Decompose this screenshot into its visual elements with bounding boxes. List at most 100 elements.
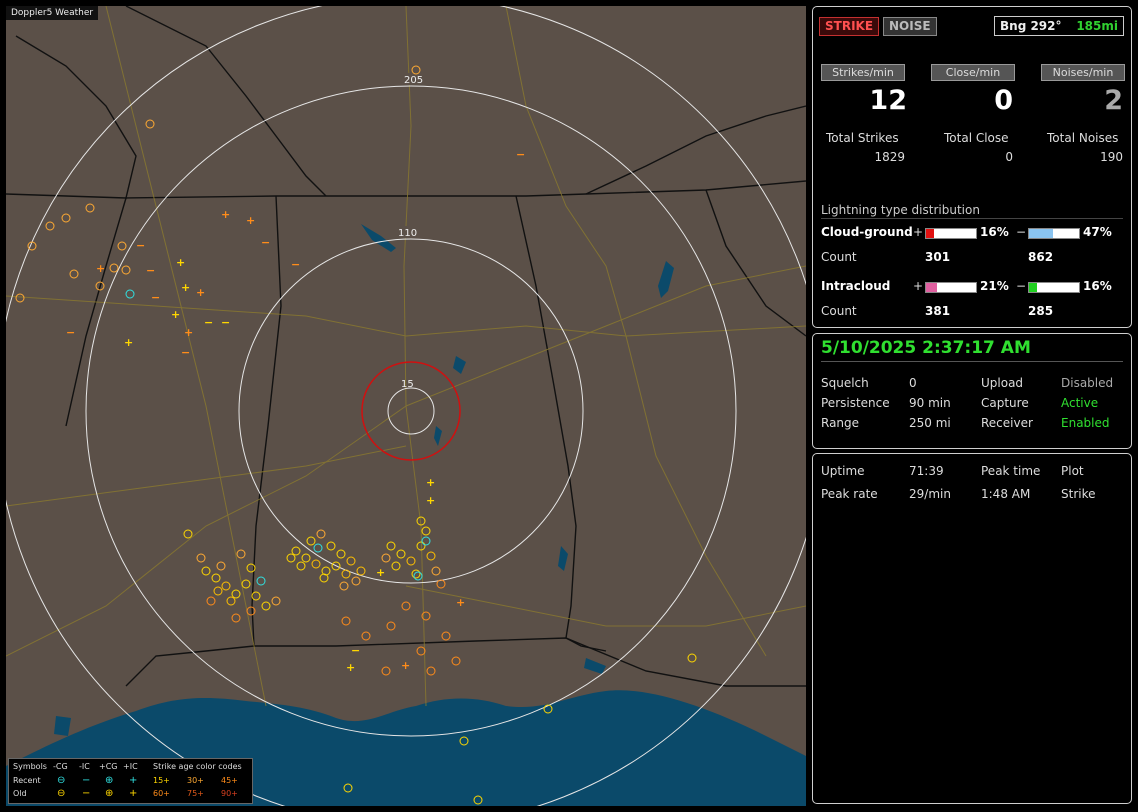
close-per-min-label: Close/min [931, 64, 1015, 81]
svg-text:−: − [66, 326, 75, 339]
ic-minus-sign: − [1016, 279, 1027, 293]
strike-status-panel: STRIKE NOISE Bng 292° 185mi Strikes/min … [812, 6, 1132, 328]
strikes-per-min-value: 12 [869, 85, 907, 116]
svg-text:+: + [184, 326, 193, 339]
svg-text:−: − [351, 644, 360, 657]
svg-text:+: + [401, 659, 410, 672]
svg-text:−: − [221, 316, 230, 329]
svg-text:+: + [124, 336, 133, 349]
distance-value: 185mi [1076, 19, 1118, 33]
svg-text:+: + [176, 256, 185, 269]
legend-col-neg-ic: -IC [79, 762, 90, 771]
legend-col-pos-cg: +CG [99, 762, 118, 771]
squelch-label: Squelch [821, 376, 869, 390]
intracloud-label: Intracloud [821, 279, 891, 293]
legend-age-75: 75+ [187, 789, 204, 798]
ic-negative-pct: 16% [1083, 279, 1112, 293]
svg-text:+: + [181, 281, 190, 294]
peak-rate-value: 29/min [909, 487, 951, 501]
uptime-value: 71:39 [909, 464, 944, 478]
cg-count-label: Count [821, 250, 857, 264]
legend-recent-label: Recent [13, 776, 41, 785]
datetime-divider [821, 361, 1123, 362]
ic-count-label: Count [821, 304, 857, 318]
receiver-label: Receiver [981, 416, 1033, 430]
map-canvas: 205 110 15 ++− ++− −++ ++ + +− −+− −−+ −… [6, 6, 806, 806]
cg-negative-count: 862 [1028, 250, 1054, 264]
cg-negative-pct: 47% [1083, 225, 1112, 239]
capture-value: Active [1061, 396, 1099, 410]
legend-symbols-title: Symbols [13, 762, 47, 771]
svg-text:+: + [376, 566, 385, 579]
persistence-label: Persistence [821, 396, 890, 410]
svg-text:−: − [261, 236, 270, 249]
svg-text:−: − [181, 346, 190, 359]
range-label-inner: 15 [401, 379, 414, 390]
legend-old-label: Old [13, 789, 27, 798]
ic-negative-bar [1028, 282, 1080, 293]
peak-time-value: 1:48 AM [981, 487, 1031, 501]
total-noises-label: Total Noises [1047, 131, 1119, 145]
noise-button[interactable]: NOISE [883, 17, 937, 36]
cg-negative-bar [1028, 228, 1080, 239]
lightning-map[interactable]: 205 110 15 + + − + + − − + + + + + + − −… [6, 6, 806, 806]
ic-negative-count: 285 [1028, 304, 1054, 318]
legend-age-15: 15+ [153, 776, 170, 785]
distribution-title: Lightning type distribution [821, 203, 1123, 219]
peak-rate-label: Peak rate [821, 487, 878, 501]
cg-negative-fill [1029, 229, 1053, 238]
svg-text:+: + [221, 208, 230, 221]
legend-old-neg-ic-icon: − [82, 788, 91, 799]
legend-recent-pos-cg-icon: ⊕ [105, 775, 114, 786]
upload-value: Disabled [1061, 376, 1114, 390]
svg-text:−: − [204, 316, 213, 329]
svg-text:+: + [96, 262, 105, 275]
legend-age-90: 90+ [221, 789, 238, 798]
legend-recent-pos-ic-icon: + [129, 775, 138, 786]
peak-time-label: Peak time [981, 464, 1041, 478]
cloud-ground-label: Cloud-ground [821, 225, 913, 239]
cg-positive-pct: 16% [980, 225, 1009, 239]
receiver-value: Enabled [1061, 416, 1110, 430]
settings-panel: 5/10/2025 2:37:17 AM Squelch 0 Upload Di… [812, 333, 1132, 449]
legend-recent-neg-ic-icon: − [82, 775, 91, 786]
ic-positive-count: 381 [925, 304, 951, 318]
total-close-value: 0 [1005, 150, 1013, 164]
ic-negative-fill [1029, 283, 1037, 292]
legend-old-pos-ic-icon: + [129, 788, 138, 799]
stats-panel: Uptime 71:39 Peak time Plot Peak rate 29… [812, 453, 1132, 804]
strike-button[interactable]: STRIKE [819, 17, 880, 36]
legend-old-neg-cg-icon: ⊖ [57, 788, 66, 799]
app-title: Doppler5 Weather [6, 6, 99, 20]
bearing-readout: Bng 292° 185mi [994, 16, 1124, 36]
svg-text:+: + [346, 661, 355, 674]
legend-old-pos-cg-icon: ⊕ [105, 788, 114, 799]
range-label-outer: 205 [404, 75, 423, 86]
capture-label: Capture [981, 396, 1029, 410]
svg-text:+: + [456, 596, 465, 609]
uptime-label: Uptime [821, 464, 865, 478]
svg-text:−: − [516, 148, 525, 161]
svg-text:−: − [136, 239, 145, 252]
svg-text:+: + [426, 476, 435, 489]
total-noises-value: 190 [1100, 150, 1123, 164]
noises-per-min-value: 2 [1104, 85, 1123, 116]
cg-plus-sign: + [913, 225, 924, 239]
squelch-value: 0 [909, 376, 917, 390]
legend-col-neg-cg: -CG [53, 762, 68, 771]
map-legend: Symbols -CG -IC +CG +IC Strike age color… [8, 758, 253, 804]
ic-positive-bar [925, 282, 977, 293]
ic-positive-fill [926, 283, 937, 292]
svg-text:−: − [146, 264, 155, 277]
current-datetime: 5/10/2025 2:37:17 AM [821, 338, 1031, 358]
bearing-value: Bng 292° [1000, 19, 1062, 33]
cg-minus-sign: − [1016, 225, 1027, 239]
close-per-min-value: 0 [994, 85, 1013, 116]
legend-age-30: 30+ [187, 776, 204, 785]
svg-text:−: − [151, 291, 160, 304]
noises-per-min-label: Noises/min [1041, 64, 1125, 81]
legend-age-title: Strike age color codes [153, 762, 242, 771]
upload-label: Upload [981, 376, 1024, 390]
svg-text:+: + [171, 308, 180, 321]
total-close-label: Total Close [944, 131, 1009, 145]
